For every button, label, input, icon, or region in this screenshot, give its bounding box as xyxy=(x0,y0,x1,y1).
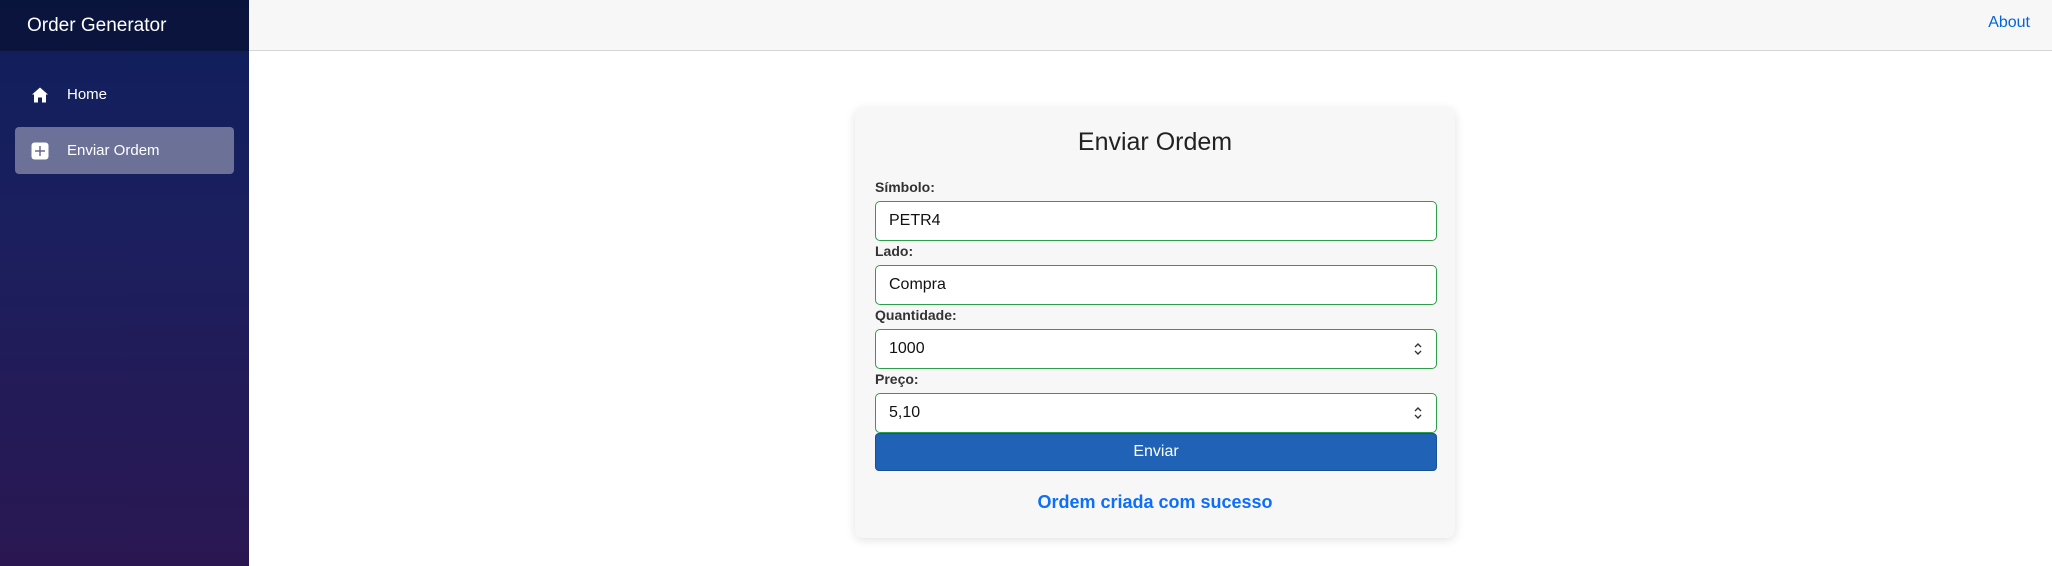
sidebar-item-home[interactable]: Home xyxy=(15,71,234,118)
sidebar: Order Generator Home Enviar Ordem xyxy=(0,0,249,566)
order-form-card: Enviar Ordem Símbolo: PETR4 Lado: Compra… xyxy=(855,108,1455,538)
submit-button[interactable]: Enviar xyxy=(875,433,1437,471)
quantity-label: Quantidade: xyxy=(875,307,957,323)
sidebar-item-label: Enviar Ordem xyxy=(67,142,160,159)
top-bar: About xyxy=(249,0,2052,51)
brand-bar: Order Generator xyxy=(0,0,249,51)
side-input[interactable]: Compra xyxy=(875,265,1437,305)
sidebar-item-label: Home xyxy=(67,86,108,103)
plus-square-icon xyxy=(30,141,50,161)
quantity-stepper-icon[interactable] xyxy=(1413,341,1423,357)
price-input[interactable]: 5,10 xyxy=(875,393,1437,433)
side-value: Compra xyxy=(889,276,946,293)
sidebar-item-enviar-ordem[interactable]: Enviar Ordem xyxy=(15,127,234,174)
sidebar-nav: Home Enviar Ordem xyxy=(0,51,249,174)
app-brand[interactable]: Order Generator xyxy=(27,15,166,37)
symbol-input[interactable]: PETR4 xyxy=(875,201,1437,241)
price-label: Preço: xyxy=(875,371,919,387)
price-value: 5,10 xyxy=(889,404,921,421)
symbol-label: Símbolo: xyxy=(875,179,935,195)
quantity-input[interactable]: 1000 xyxy=(875,329,1437,369)
symbol-value: PETR4 xyxy=(889,212,941,229)
about-link[interactable]: About xyxy=(1988,14,2030,32)
price-stepper-icon[interactable] xyxy=(1413,405,1423,421)
quantity-value: 1000 xyxy=(889,340,925,357)
form-title: Enviar Ordem xyxy=(1077,128,1233,156)
home-icon xyxy=(30,85,50,105)
side-label: Lado: xyxy=(875,243,914,259)
status-message: Ordem criada com sucesso xyxy=(1037,492,1273,512)
